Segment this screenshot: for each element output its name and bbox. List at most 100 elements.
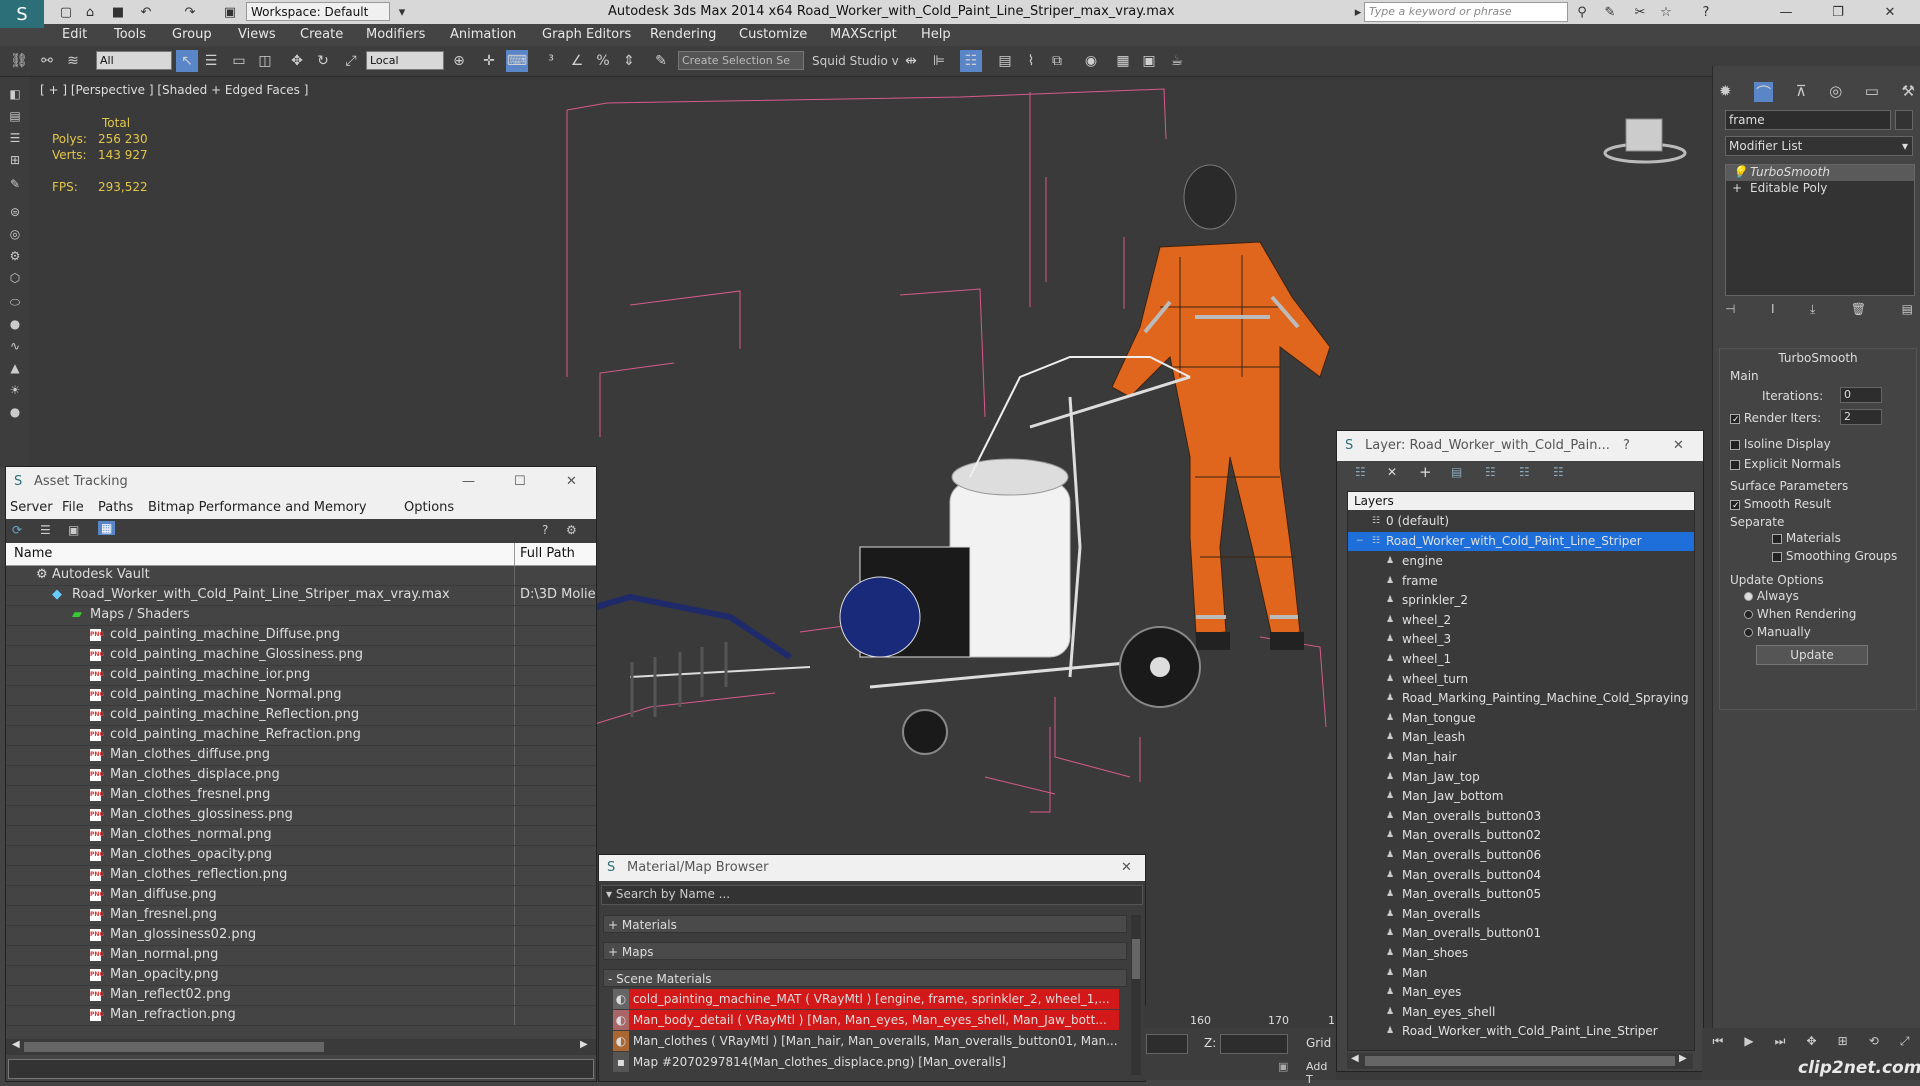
select-link-icon[interactable]: ⛓ xyxy=(8,50,30,72)
render-setup-icon[interactable]: ▦ xyxy=(1112,50,1134,72)
render-iters-spinner[interactable]: 2 xyxy=(1840,409,1882,425)
table-row[interactable]: PNG Man_reflect02.png xyxy=(6,986,596,1006)
collapse-icon[interactable]: − xyxy=(1356,536,1366,546)
tool-icon-5[interactable]: ✎ xyxy=(5,177,25,193)
table-row[interactable]: PNG Man_normal.png xyxy=(6,946,596,966)
rect-selection-icon[interactable]: ▭ xyxy=(228,50,250,72)
path-field[interactable] xyxy=(8,1059,594,1079)
materials-group[interactable]: + Materials xyxy=(603,915,1127,933)
layer-object-row[interactable]: ♟ Man_shoes xyxy=(1348,944,1694,963)
tool-icon-8[interactable]: ⚙ xyxy=(5,249,25,265)
layer-object-row[interactable]: ♟ Man_eyes_shell xyxy=(1348,1003,1694,1022)
squid-studio-label[interactable]: Squid Studio v xyxy=(812,54,899,68)
highlight-layer-icon[interactable]: ☷ xyxy=(1485,465,1496,479)
time-slider-track[interactable]: 160 170 1 xyxy=(1144,1006,1336,1028)
create-tab-icon[interactable]: ✹ xyxy=(1719,82,1732,102)
tool-icon-2[interactable]: ▤ xyxy=(5,109,25,125)
open-file-icon[interactable]: ⌂ xyxy=(80,2,100,22)
layer-object-row[interactable]: ♟ Man_overalls xyxy=(1348,905,1694,924)
table-row[interactable]: ▰ Maps / Shaders xyxy=(6,606,596,626)
layer-object-row[interactable]: ♟ Man_overalls_button05 xyxy=(1348,885,1694,904)
maximize-viewport-icon[interactable]: ⤢ xyxy=(1900,1034,1910,1054)
menu-server[interactable]: Server xyxy=(10,500,53,515)
table-row[interactable]: PNG cold_painting_machine_Refraction.png xyxy=(6,726,596,746)
menu-customize[interactable]: Customize xyxy=(739,27,807,42)
table-row[interactable]: PNG cold_painting_machine_Normal.png xyxy=(6,686,596,706)
layer-object-row[interactable]: ♟ Man xyxy=(1348,964,1694,983)
table-row[interactable]: PNG Man_opacity.png xyxy=(6,966,596,986)
table-row[interactable]: PNG Man_clothes_reflection.png xyxy=(6,866,596,886)
hierarchy-tab-icon[interactable]: ⊼ xyxy=(1796,82,1807,102)
layer-object-row[interactable]: ♟ engine xyxy=(1348,552,1694,571)
menu-graph-editors[interactable]: Graph Editors xyxy=(542,27,631,42)
close-icon[interactable]: ✕ xyxy=(1673,431,1684,461)
motion-tab-icon[interactable]: ◎ xyxy=(1829,82,1842,102)
tool-icon-4[interactable]: ⊞ xyxy=(5,153,25,169)
object-color-swatch[interactable] xyxy=(1895,110,1913,130)
scroll-right-icon[interactable]: ▶ xyxy=(580,1039,588,1050)
menu-edit[interactable]: Edit xyxy=(62,27,87,42)
tool-icon-13[interactable]: ▲ xyxy=(5,361,25,377)
rotate-icon[interactable]: ↻ xyxy=(312,50,334,72)
table-row[interactable]: PNG cold_painting_machine_Glossiness.png xyxy=(6,646,596,666)
tool-icon-11[interactable]: ● xyxy=(5,317,25,333)
tool-icon-9[interactable]: ⬡ xyxy=(5,271,25,287)
refresh-icon[interactable]: ⟳ xyxy=(12,523,22,537)
layer-object-row[interactable]: ♟ Road_Worker_with_Cold_Paint_Line_Stripe… xyxy=(1348,1022,1694,1041)
always-radio[interactable] xyxy=(1744,592,1753,601)
table-row[interactable]: PNG Man_refraction.png xyxy=(6,1006,596,1026)
help-button[interactable]: ? xyxy=(1623,431,1630,461)
close-icon[interactable]: ✕ xyxy=(1121,855,1132,881)
layer-object-row[interactable]: ♟ frame xyxy=(1348,572,1694,591)
reference-coord-dropdown[interactable]: Local xyxy=(366,51,444,70)
layer-object-row[interactable]: ♟ sprinkler_2 xyxy=(1348,591,1694,610)
layer-object-row[interactable]: ♟ Man_leash xyxy=(1348,728,1694,747)
restore-icon[interactable]: ❐ xyxy=(1828,2,1848,22)
material-browser-titlebar[interactable]: S Material/Map Browser ✕ xyxy=(599,855,1145,881)
table-row[interactable]: PNG cold_painting_machine_Reflection.png xyxy=(6,706,596,726)
scrollbar-thumb[interactable] xyxy=(1365,1056,1675,1066)
help-icon[interactable]: ? xyxy=(542,523,548,537)
mirror-icon[interactable]: ⇹ xyxy=(900,50,922,72)
material-row[interactable]: ▪ Map #2070297814(Man_clothes_displace.p… xyxy=(613,1052,1119,1072)
table-row[interactable]: PNG Man_clothes_fresnel.png xyxy=(6,786,596,806)
smooth-result-checkbox[interactable] xyxy=(1730,499,1740,510)
configure-sets-icon[interactable]: ▤ xyxy=(1902,302,1913,320)
bulb-icon[interactable]: 💡 xyxy=(1732,165,1747,179)
menu-views[interactable]: Views xyxy=(238,27,276,42)
tool-icon-15[interactable]: ● xyxy=(5,405,25,421)
render-teapot-icon[interactable]: ☕ xyxy=(1166,50,1188,72)
select-objects-icon[interactable]: ▤ xyxy=(1451,465,1462,479)
menu-bitmap-performance[interactable]: Bitmap Performance and Memory xyxy=(148,500,367,515)
layer-object-row[interactable]: ♟ Man_overalls_button02 xyxy=(1348,826,1694,845)
bind-space-warp-icon[interactable]: ≋ xyxy=(62,50,84,72)
graphite-tools-icon[interactable]: ▤ xyxy=(994,50,1016,72)
window-crossing-icon[interactable]: ◫ xyxy=(254,50,276,72)
angle-snap-icon[interactable]: ∠ xyxy=(566,50,588,72)
layer-object-row[interactable]: ♟ Man_Jaw_top xyxy=(1348,768,1694,787)
app-logo-icon[interactable]: S xyxy=(0,0,44,28)
utilities-tab-icon[interactable]: ⚒ xyxy=(1902,82,1915,102)
tool-icon-12[interactable]: ∿ xyxy=(5,339,25,355)
layer-manager-titlebar[interactable]: S Layer: Road_Worker_with_Cold_Pain... ?… xyxy=(1337,431,1703,461)
communication-icon[interactable]: ✂ xyxy=(1630,2,1650,22)
expand-icon[interactable]: + xyxy=(1732,181,1742,195)
add-time-tag[interactable]: Add T xyxy=(1306,1060,1336,1086)
layer-object-row[interactable]: ♟ wheel_2 xyxy=(1348,611,1694,630)
modify-tab-icon[interactable]: ⌒ xyxy=(1754,82,1774,102)
delete-layer-icon[interactable]: ✕ xyxy=(1387,465,1397,479)
menu-modifiers[interactable]: Modifiers xyxy=(366,27,425,42)
menu-group[interactable]: Group xyxy=(172,27,212,42)
undo-icon[interactable]: ↶ xyxy=(136,2,156,22)
col-name[interactable]: Name xyxy=(14,546,52,561)
layer-object-row[interactable]: ♟ Man_overalls_button04 xyxy=(1348,866,1694,885)
tool-icon-1[interactable]: ◧ xyxy=(5,87,25,103)
light-bulb-icon[interactable]: ☀ xyxy=(5,383,25,399)
pivot-center-icon[interactable]: ⊕ xyxy=(448,50,470,72)
curve-editor-icon[interactable]: ⌇ xyxy=(1020,50,1042,72)
select-object-icon[interactable]: ↖ xyxy=(176,50,198,72)
material-row[interactable]: ◐ Man_clothes ( VRayMtl ) [Man_hair, Man… xyxy=(613,1031,1119,1051)
snaps-toggle-icon[interactable]: ³ xyxy=(540,50,562,72)
save-icon[interactable]: ■ xyxy=(108,2,128,22)
update-button[interactable]: Update xyxy=(1756,645,1868,665)
